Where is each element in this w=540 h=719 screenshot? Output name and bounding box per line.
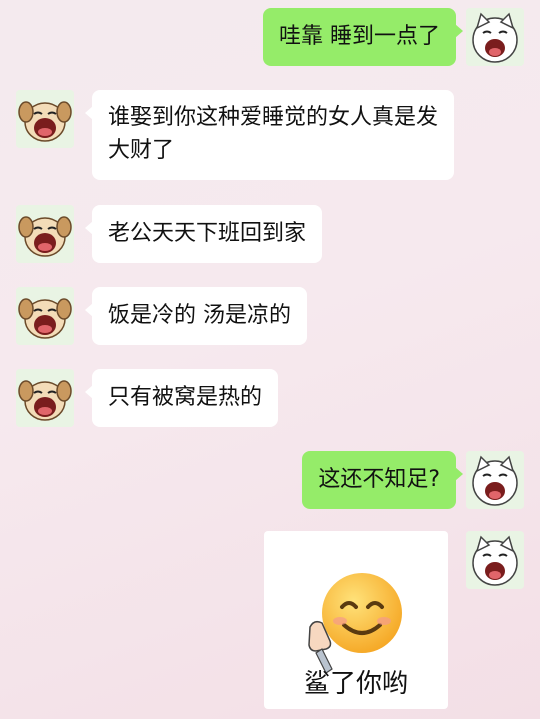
message-bubble[interactable]: 老公天天下班回到家 (84, 205, 323, 263)
self-avatar[interactable] (466, 8, 524, 66)
sticker-caption: 鲨了你哟 (303, 669, 408, 699)
self-avatar[interactable] (466, 451, 524, 509)
self-avatar[interactable] (466, 531, 524, 589)
contact-avatar[interactable] (16, 287, 74, 345)
dog-crying-icon (16, 205, 74, 263)
message-text: 谁娶到你这种爱睡觉的女人真是发大财了 (108, 105, 439, 163)
message-bubble[interactable]: 这还不知足? (302, 451, 463, 509)
message-text: 饭是冷的 汤是凉的 (108, 303, 291, 328)
message-bubble[interactable]: 谁娶到你这种爱睡觉的女人真是发大财了 (85, 90, 454, 180)
dog-crying-icon (16, 90, 74, 148)
message-text: 老公天天下班回到家 (108, 221, 307, 246)
message-text: 哇靠 睡到一点了 (279, 24, 440, 49)
white-cat-crying-icon (466, 8, 524, 66)
dog-crying-icon (16, 369, 74, 427)
message-bubble[interactable]: 只有被窝是热的 (84, 369, 279, 427)
message-text: 只有被窝是热的 (108, 385, 263, 410)
message-bubble[interactable]: 饭是冷的 汤是凉的 (85, 287, 307, 345)
contact-avatar[interactable] (16, 90, 74, 148)
dog-crying-icon (16, 287, 74, 345)
message-text: 这还不知足? (318, 467, 440, 492)
contact-avatar[interactable] (16, 205, 74, 263)
white-cat-crying-icon (466, 531, 524, 589)
contact-avatar[interactable] (16, 369, 74, 427)
white-cat-crying-icon (466, 451, 524, 509)
sticker-message[interactable]: 鲨了你哟 (264, 531, 448, 709)
message-bubble[interactable]: 哇靠 睡到一点了 (263, 8, 463, 66)
